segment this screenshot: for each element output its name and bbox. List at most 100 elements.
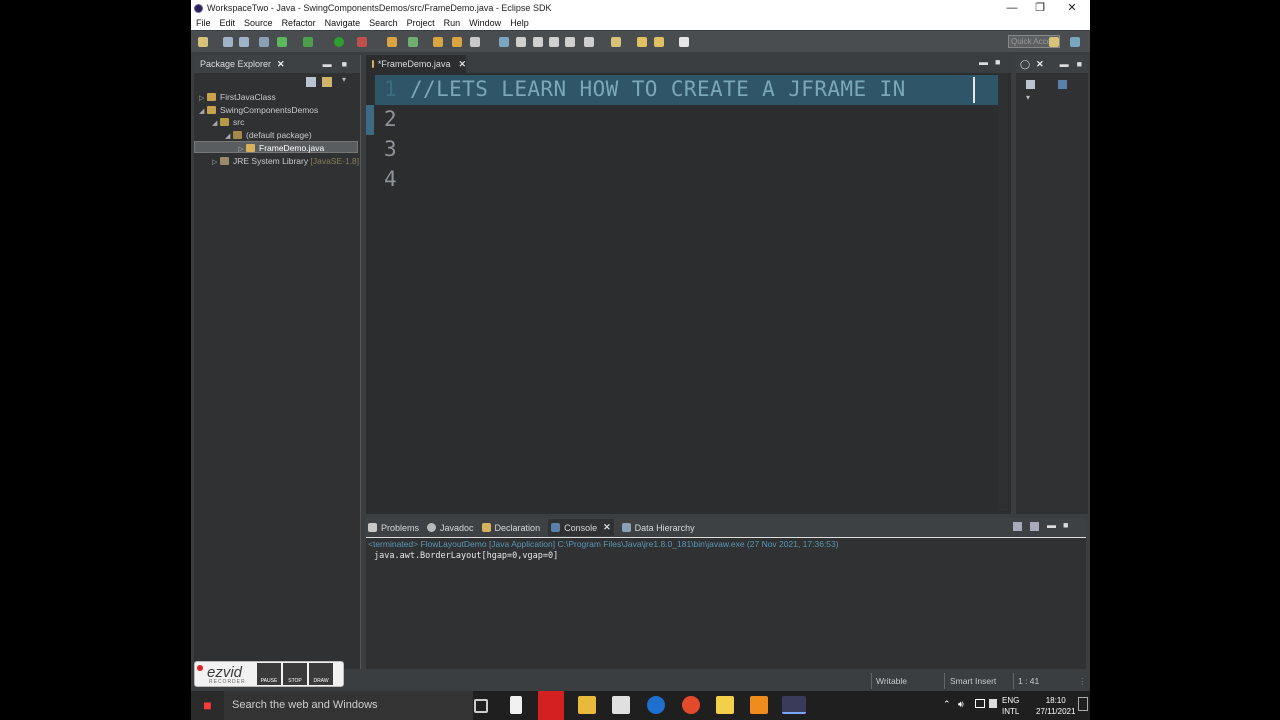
collapse-all-icon[interactable] bbox=[306, 77, 316, 87]
menu-source[interactable]: Source bbox=[244, 18, 273, 28]
menu-navigate[interactable]: Navigate bbox=[325, 18, 361, 28]
save-icon[interactable] bbox=[223, 37, 233, 47]
next-annotation-icon[interactable] bbox=[584, 37, 594, 47]
java-perspective-icon[interactable] bbox=[1070, 37, 1080, 47]
edge-icon[interactable] bbox=[647, 696, 665, 714]
ezvid-pause-button[interactable]: PAUSE bbox=[257, 663, 281, 685]
console-toolbar-icon[interactable] bbox=[1013, 522, 1022, 531]
tab-javadoc[interactable]: Javadoc bbox=[427, 523, 474, 533]
show-whitespace-icon[interactable] bbox=[549, 37, 559, 47]
external-tools-icon[interactable] bbox=[357, 37, 367, 47]
minimize-view-icon[interactable]: ▬ bbox=[323, 59, 332, 69]
maximize-editor-icon[interactable]: ■ bbox=[995, 57, 1000, 67]
maximize-view-icon[interactable]: ■ bbox=[1077, 59, 1082, 69]
toggle-block-selection-icon[interactable] bbox=[533, 37, 543, 47]
close-view-icon[interactable]: ✕ bbox=[1036, 59, 1044, 70]
package-explorer-title[interactable]: Package Explorer bbox=[200, 59, 271, 69]
close-view-icon[interactable]: ✕ bbox=[277, 59, 285, 70]
minimize-view-icon[interactable]: ▬ bbox=[1060, 59, 1069, 69]
file-explorer-icon[interactable] bbox=[578, 696, 596, 714]
explorer-folder-icon[interactable] bbox=[716, 696, 734, 714]
taskbar-search-box[interactable]: Search the web and Windows bbox=[224, 691, 473, 720]
editor-tab-framedemo[interactable]: *FrameDemo.java ✕ bbox=[366, 55, 466, 73]
minimize-editor-icon[interactable]: ▬ bbox=[979, 57, 988, 67]
run-icon[interactable] bbox=[334, 37, 344, 47]
taskbar-clock[interactable]: 18:10 27/11/2021 bbox=[1036, 695, 1075, 717]
code-line-1[interactable]: //LETS LEARN HOW TO CREATE A JFRAME IN bbox=[410, 77, 906, 101]
menu-edit[interactable]: Edit bbox=[220, 18, 236, 28]
console-output[interactable]: java.awt.BorderLayout[hgap=0,vgap=0] bbox=[374, 551, 558, 561]
back-icon[interactable] bbox=[637, 37, 647, 47]
coverage-icon[interactable] bbox=[303, 37, 313, 47]
debug-icon[interactable] bbox=[277, 37, 287, 47]
menu-help[interactable]: Help bbox=[510, 18, 529, 28]
ezvid-draw-button[interactable]: DRAW bbox=[309, 663, 333, 685]
view-menu-icon[interactable]: ▾ bbox=[342, 75, 346, 84]
chrome-icon[interactable] bbox=[682, 696, 700, 714]
tab-declaration[interactable]: Declaration bbox=[481, 523, 540, 533]
tree-item-swingcomponentsdemos[interactable]: ◢ SwingComponentsDemos bbox=[199, 104, 318, 116]
toggle-mark-occurrences-icon[interactable] bbox=[516, 37, 526, 47]
store-icon[interactable] bbox=[612, 696, 630, 714]
maximize-view-icon[interactable]: ■ bbox=[1063, 520, 1068, 530]
menu-search[interactable]: Search bbox=[369, 18, 398, 28]
notepad-icon[interactable] bbox=[510, 696, 522, 714]
network-icon[interactable] bbox=[975, 699, 985, 708]
sort-icon[interactable] bbox=[1058, 80, 1067, 89]
menu-run[interactable]: Run bbox=[444, 18, 461, 28]
java-editor[interactable]: *FrameDemo.java ✕ ▬ ■ 1 2 3 4 //LETS LEA… bbox=[366, 55, 1011, 514]
opera-icon[interactable] bbox=[538, 691, 564, 720]
menu-refactor[interactable]: Refactor bbox=[282, 18, 316, 28]
tray-overflow-icon[interactable]: ⌃ bbox=[943, 699, 951, 710]
tree-item-src[interactable]: ◢ src bbox=[212, 116, 244, 128]
minimize-view-icon[interactable]: ▬ bbox=[1047, 520, 1056, 530]
tree-item-default-package[interactable]: ◢ (default package) bbox=[225, 129, 312, 141]
save-all-icon[interactable] bbox=[239, 37, 249, 47]
menu-window[interactable]: Window bbox=[469, 18, 501, 28]
maximize-button[interactable]: ❐ bbox=[1025, 0, 1055, 16]
search-icon[interactable] bbox=[499, 37, 509, 47]
new-package-icon[interactable] bbox=[408, 37, 418, 47]
start-button[interactable]: ■ bbox=[191, 691, 224, 720]
eclipse-taskbar-icon[interactable] bbox=[782, 696, 806, 714]
outline-header: ◯ ✕ ▬ ■ bbox=[1016, 55, 1088, 73]
maximize-view-icon[interactable]: ■ bbox=[342, 59, 347, 69]
ezvid-stop-button[interactable]: STOP bbox=[283, 663, 307, 685]
tree-item-firstjavaclass[interactable]: ▷ FirstJavaClass bbox=[199, 91, 276, 103]
new-class-icon[interactable] bbox=[433, 37, 443, 47]
console-toolbar-icon[interactable] bbox=[1030, 522, 1039, 531]
tree-item-jre-system-library[interactable]: ▷ JRE System Library [JavaSE-1.8] bbox=[212, 155, 359, 167]
back-history-icon[interactable] bbox=[654, 37, 664, 47]
vlc-icon[interactable] bbox=[750, 696, 768, 714]
tab-console[interactable]: Console ✕ bbox=[548, 519, 614, 536]
outline-icon[interactable]: ◯ bbox=[1020, 59, 1030, 70]
notifications-icon[interactable] bbox=[1078, 697, 1088, 711]
volume-icon[interactable]: 🔊︎ bbox=[958, 699, 964, 710]
open-task-icon[interactable] bbox=[470, 37, 480, 47]
tree-item-framedemo-java[interactable]: ▷ FrameDemo.java bbox=[238, 142, 324, 154]
link-with-editor-icon[interactable] bbox=[322, 77, 332, 87]
open-perspective-icon[interactable] bbox=[1049, 37, 1059, 47]
console-view: Problems Javadoc Declaration Console ✕ Da… bbox=[366, 518, 1086, 669]
editor-vertical-scrollbar[interactable] bbox=[998, 73, 1008, 511]
minimize-button[interactable]: — bbox=[997, 0, 1027, 16]
tab-data-hierarchy[interactable]: Data Hierarchy bbox=[621, 523, 695, 533]
battery-icon[interactable] bbox=[989, 699, 997, 708]
menu-project[interactable]: Project bbox=[407, 18, 435, 28]
view-menu-icon[interactable]: ▾ bbox=[1026, 93, 1030, 102]
close-tab-icon[interactable]: ✕ bbox=[603, 522, 611, 533]
close-tab-icon[interactable]: ✕ bbox=[458, 59, 466, 70]
close-button[interactable]: ✕ bbox=[1057, 0, 1087, 16]
new-icon[interactable] bbox=[198, 37, 208, 47]
skip-breakpoints-icon[interactable] bbox=[259, 37, 269, 47]
new-java-project-icon[interactable] bbox=[387, 37, 397, 47]
input-language-indicator[interactable]: ENG INTL bbox=[1002, 695, 1019, 717]
forward-icon[interactable] bbox=[679, 37, 689, 47]
tab-problems[interactable]: Problems bbox=[368, 523, 419, 533]
collapse-all-icon[interactable] bbox=[1026, 80, 1035, 89]
last-edit-location-icon[interactable] bbox=[611, 37, 621, 47]
open-type-icon[interactable] bbox=[452, 37, 462, 47]
word-wrap-icon[interactable] bbox=[565, 37, 575, 47]
menu-file[interactable]: File bbox=[196, 18, 211, 28]
task-view-icon[interactable] bbox=[474, 699, 488, 713]
